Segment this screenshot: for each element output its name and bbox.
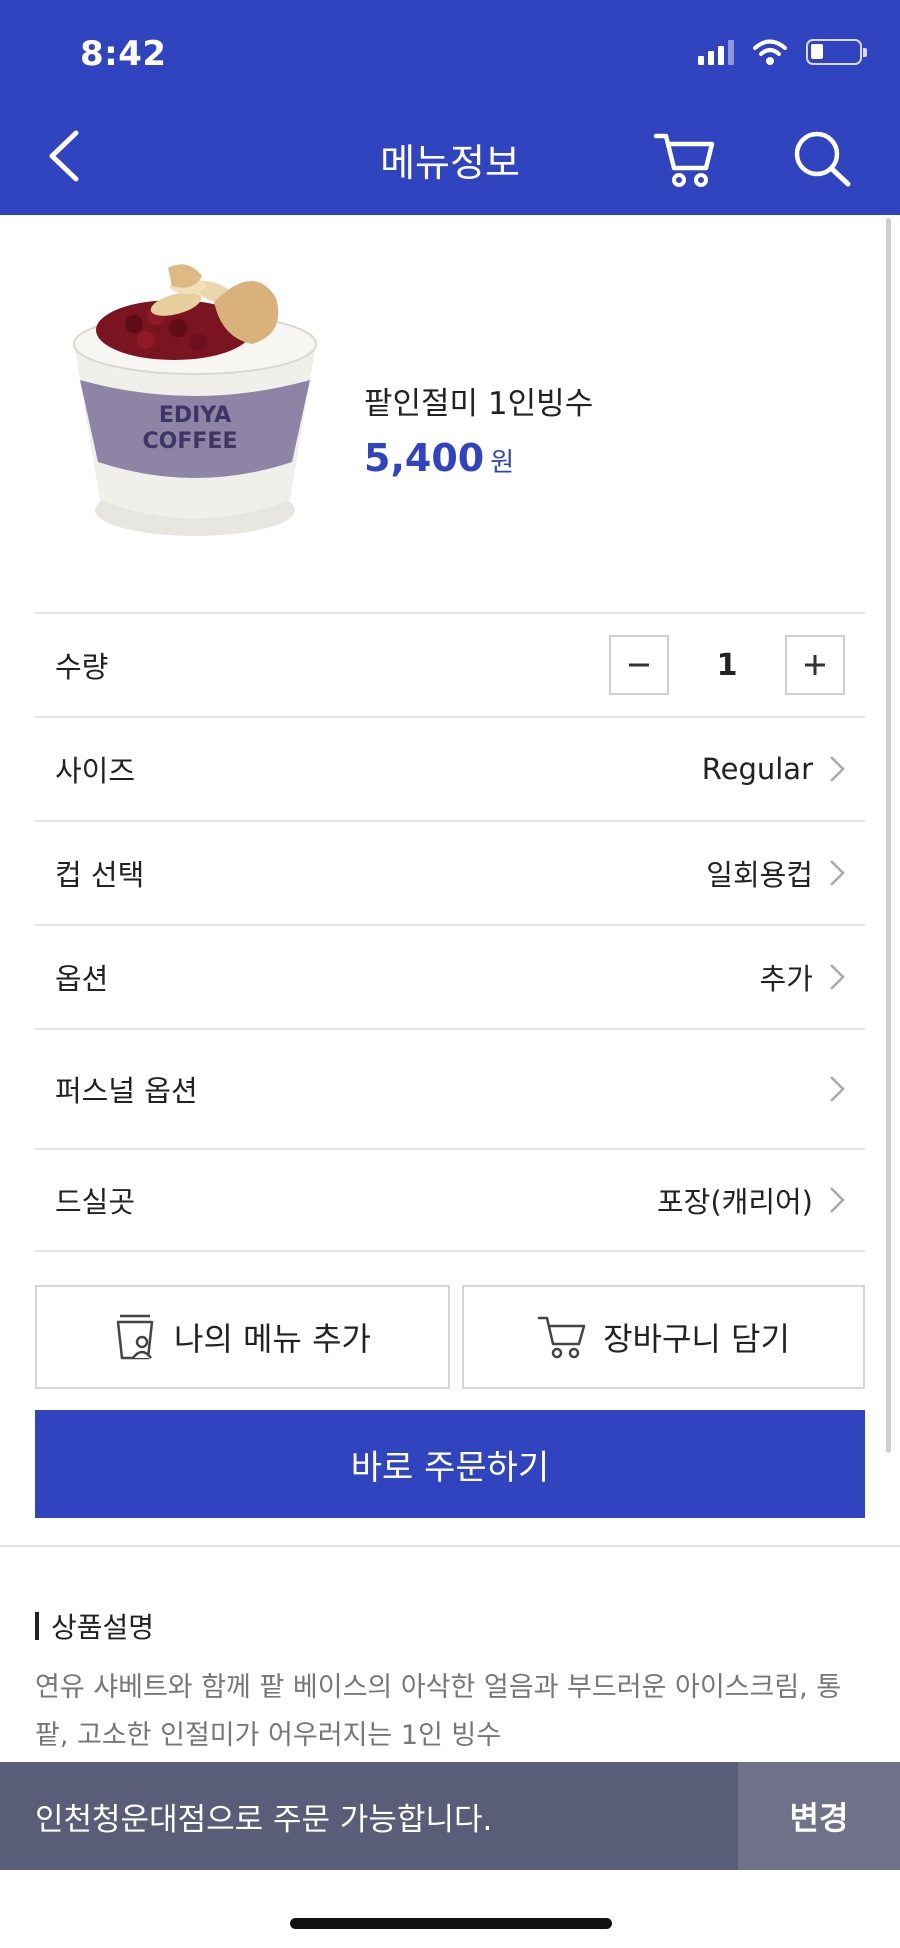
title-marker <box>35 1612 39 1640</box>
status-icons <box>698 38 867 66</box>
change-store-button[interactable]: 변경 <box>738 1762 900 1870</box>
cup-brand-line2: COFFEE <box>143 429 238 454</box>
my-menu-cup-icon <box>116 1314 154 1360</box>
dining-label: 드실곳 <box>55 1185 136 1219</box>
add-my-menu-label: 나의 메뉴 추가 <box>174 1320 371 1358</box>
product-image: EDIYA COFFEE <box>73 264 317 536</box>
cup-label: 컵 선택 <box>55 858 145 892</box>
product-price: 5,400 원 <box>364 436 514 480</box>
product-name: 팥인절미 1인빙수 <box>364 386 594 422</box>
description-text: 연유 샤베트와 함께 팥 베이스의 아삭한 얼음과 부드러운 아이스크림, 통팥… <box>35 1672 842 1751</box>
quantity-row: 수량 1 <box>35 612 865 716</box>
signal-icon <box>698 39 734 65</box>
order-now-label: 바로 주문하기 <box>350 1447 550 1488</box>
store-bar: 인천청운대점으로 주문 가능합니다. 변경 <box>0 1762 900 1870</box>
scrollbar[interactable] <box>886 218 891 1453</box>
app-header: 8:42 메뉴정보 <box>0 0 900 215</box>
add-to-cart-label: 장바구니 담기 <box>603 1320 790 1358</box>
home-indicator[interactable] <box>290 1918 612 1929</box>
add-to-cart-button[interactable]: 장바구니 담기 <box>462 1285 865 1389</box>
chevron-right-icon <box>830 756 845 782</box>
chevron-right-icon <box>830 860 845 886</box>
quantity-value: 1 <box>716 647 738 683</box>
search-icon[interactable] <box>790 128 854 188</box>
cup-value: 일회용컵 <box>706 858 813 892</box>
page-title: 메뉴정보 <box>380 141 520 185</box>
chevron-right-icon <box>830 1076 845 1102</box>
battery-icon <box>806 39 867 65</box>
plus-icon <box>805 655 825 675</box>
cart-icon <box>537 1316 586 1359</box>
order-now-button[interactable]: 바로 주문하기 <box>35 1410 865 1518</box>
wifi-icon <box>753 39 787 65</box>
cup-row[interactable]: 컵 선택 일회용컵 <box>35 820 865 924</box>
option-value: 추가 <box>759 962 813 996</box>
cup-brand-line1: EDIYA <box>159 403 231 428</box>
option-list: 수량 1 사이즈 Regular 컵 선택 일회용컵 옵션 추가 퍼스널 옵션 … <box>35 612 865 1252</box>
size-row[interactable]: 사이즈 Regular <box>35 716 865 820</box>
section-divider <box>0 1545 900 1547</box>
decrease-button[interactable] <box>609 635 669 695</box>
option-label: 옵션 <box>55 962 109 996</box>
personal-option-row[interactable]: 퍼스널 옵션 <box>35 1028 865 1148</box>
size-value: Regular <box>701 752 813 786</box>
chevron-right-icon <box>830 964 845 990</box>
price-value: 5,400 <box>364 436 485 480</box>
increase-button[interactable] <box>785 635 845 695</box>
quantity-stepper: 1 <box>609 635 845 695</box>
chevron-right-icon <box>830 1187 845 1213</box>
store-message: 인천청운대점으로 주문 가능합니다. <box>35 1801 493 1838</box>
dining-value: 포장(캐리어) <box>656 1185 813 1219</box>
personal-option-label: 퍼스널 옵션 <box>55 1074 198 1108</box>
add-my-menu-button[interactable]: 나의 메뉴 추가 <box>35 1285 450 1389</box>
status-time: 8:42 <box>80 34 167 74</box>
price-unit: 원 <box>490 448 515 478</box>
description-title-text: 상품설명 <box>51 1611 155 1644</box>
option-row[interactable]: 옵션 추가 <box>35 924 865 1028</box>
size-label: 사이즈 <box>55 754 136 788</box>
quantity-label: 수량 <box>55 650 109 684</box>
minus-icon <box>629 663 649 667</box>
description-title: 상품설명 <box>35 1606 154 1646</box>
cart-icon[interactable] <box>652 128 718 188</box>
dining-row[interactable]: 드실곳 포장(캐리어) <box>35 1148 865 1252</box>
